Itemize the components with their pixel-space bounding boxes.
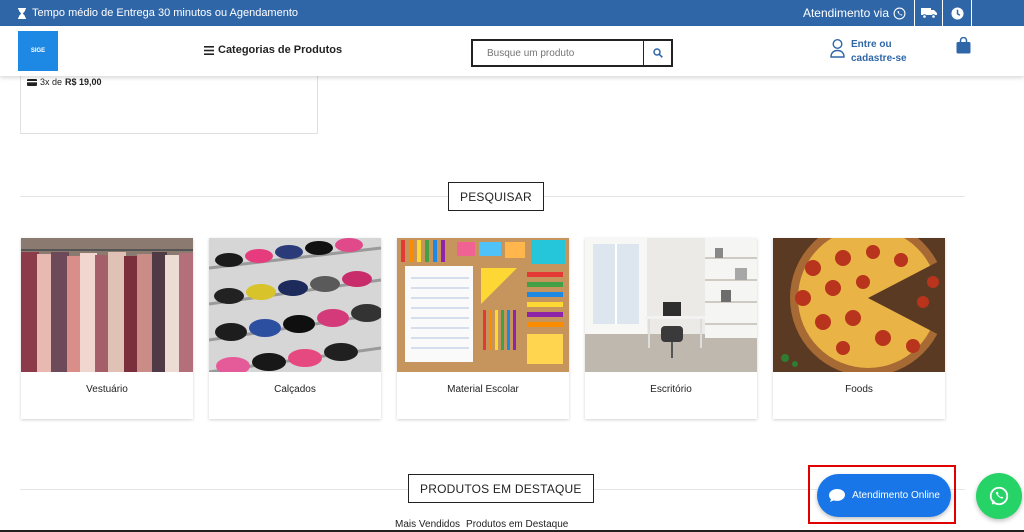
whatsapp-icon <box>893 7 906 19</box>
chat-bubble-icon <box>829 489 846 502</box>
search-section-title: PESQUISAR <box>448 182 544 211</box>
categories-menu[interactable]: Categorias de Produtos <box>204 44 342 56</box>
search-button[interactable] <box>643 41 671 65</box>
chat-highlight-box: Atendimento Online <box>808 465 956 524</box>
category-label: Foods <box>845 384 873 395</box>
featured-section-title: PRODUTOS EM DESTAQUE <box>408 474 594 503</box>
hamburger-icon <box>204 45 214 55</box>
online-support-label: Atendimento Online <box>852 490 940 501</box>
category-label: Vestuário <box>86 384 128 395</box>
search-icon <box>652 48 663 58</box>
site-header: SIGE Categorias de Produtos Entre ou cad… <box>0 26 1024 76</box>
hourglass-icon <box>18 7 26 19</box>
truck-icon <box>920 8 937 19</box>
category-card-calcados[interactable]: Calçados <box>209 238 381 419</box>
search-input[interactable] <box>473 41 644 65</box>
whatsapp-icon <box>989 486 1009 506</box>
user-icon <box>830 38 845 58</box>
category-label: Material Escolar <box>447 384 519 395</box>
pizza-image <box>773 238 945 372</box>
tab-best-sellers[interactable]: Mais Vendidos <box>395 519 460 530</box>
login-link[interactable]: Entre ou cadastre-se <box>830 38 907 66</box>
installments-value: R$ 19,00 <box>65 77 102 87</box>
categories-label: Categorias de Produtos <box>218 44 343 56</box>
search-box <box>471 39 673 67</box>
schedule-clock-button[interactable] <box>942 0 972 26</box>
clothing-rack-image <box>21 238 193 372</box>
store-logo[interactable]: SIGE <box>18 31 58 71</box>
tab-featured-products[interactable]: Produtos em Destaque <box>466 519 568 530</box>
top-bar: Tempo médio de Entrega 30 minutos ou Age… <box>0 0 1024 26</box>
whatsapp-button[interactable] <box>976 473 1022 519</box>
category-card-material-escolar[interactable]: Material Escolar <box>397 238 569 419</box>
featured-tabs: Mais Vendidos Produtos em Destaque <box>395 519 568 530</box>
cart-button[interactable] <box>956 36 971 59</box>
school-supplies-image <box>397 238 569 372</box>
category-card-escritorio[interactable]: Escritório <box>585 238 757 419</box>
category-card-vestuario[interactable]: Vestuário <box>21 238 193 419</box>
category-label: Escritório <box>650 384 692 395</box>
online-support-button[interactable]: Atendimento Online <box>817 474 951 517</box>
shopping-bag-icon <box>956 36 971 54</box>
shoes-shelf-image <box>209 238 381 372</box>
office-room-image <box>585 238 757 372</box>
login-line1: Entre ou <box>851 39 892 50</box>
credit-card-icon <box>27 78 37 86</box>
delivery-info: Tempo médio de Entrega 30 minutos ou Age… <box>18 7 298 19</box>
category-card-foods[interactable]: Foods <box>773 238 945 419</box>
attendance-whatsapp-link[interactable]: Atendimento via <box>795 6 914 20</box>
installments: 3x de R$ 19,00 <box>27 77 102 87</box>
delivery-text: Tempo médio de Entrega 30 minutos ou Age… <box>32 7 299 19</box>
installments-prefix: 3x de <box>40 77 63 87</box>
clock-icon <box>950 6 964 20</box>
category-label: Calçados <box>274 384 316 395</box>
delivery-truck-button[interactable] <box>914 0 942 26</box>
attendance-label: Atendimento via <box>802 6 889 20</box>
login-line2: cadastre-se <box>851 53 907 64</box>
